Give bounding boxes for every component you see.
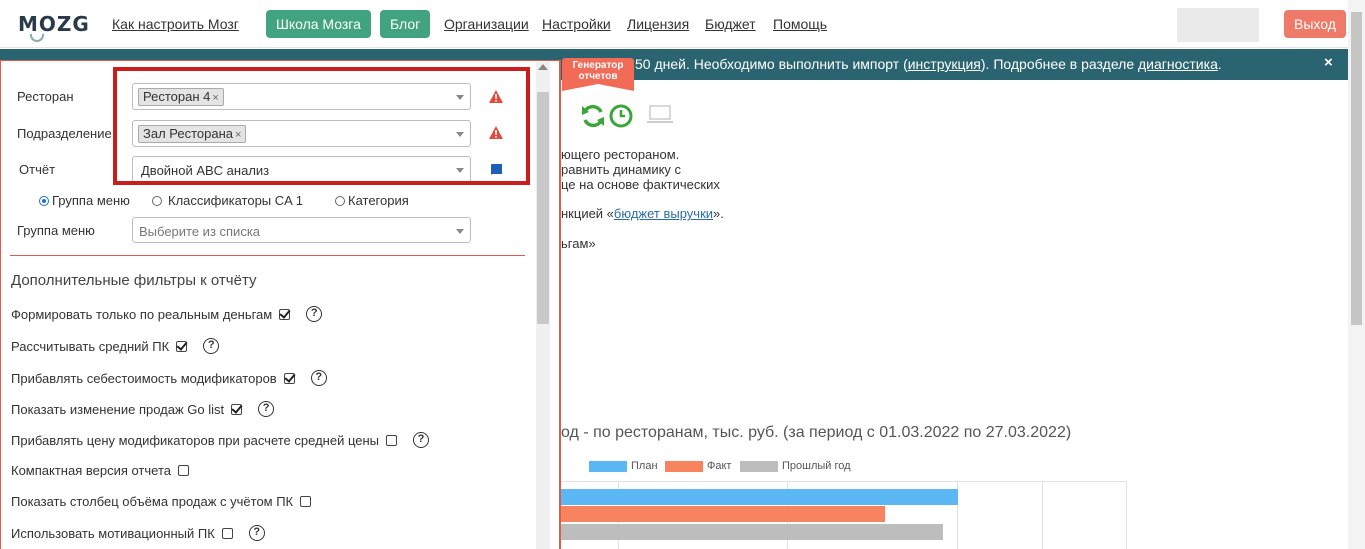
user-box[interactable]: [1177, 8, 1259, 42]
radio-category[interactable]: Категория: [335, 193, 409, 208]
logo[interactable]: MOZG: [18, 12, 90, 36]
filter-option[interactable]: Показать изменение продаж Go list?: [11, 401, 275, 417]
chart-bar: [561, 489, 958, 505]
legend-label: Прошлый год: [782, 460, 851, 472]
nav-how-to-setup[interactable]: Как настроить Мозг: [112, 16, 239, 32]
help-icon[interactable]: ?: [203, 338, 220, 354]
legend-label: Факт: [707, 460, 732, 472]
radio-classifiers[interactable]: Классификаторы CA 1: [152, 193, 303, 208]
chart-title: од - по ресторанам, тыс. руб. (за период…: [561, 424, 1072, 441]
checkbox-icon[interactable]: [221, 527, 233, 539]
highlight-frame: [113, 67, 530, 185]
logout-button[interactable]: Выход: [1284, 10, 1346, 38]
filter-option-label: Прибавлять себестоимость модификаторов: [11, 370, 277, 386]
help-icon[interactable]: ?: [248, 525, 265, 541]
chart-bar: [561, 506, 885, 522]
logo-mark-icon: [30, 34, 44, 42]
nav-settings[interactable]: Настройки: [542, 16, 611, 32]
instruction-link[interactable]: инструкция: [908, 56, 981, 72]
checkbox-icon[interactable]: [178, 465, 189, 476]
clock-icon[interactable]: [608, 103, 634, 129]
filter-option-label: Формировать только по реальным деньгам: [11, 306, 273, 322]
diagnostics-link[interactable]: диагностика: [1138, 56, 1218, 72]
menu-group-placeholder: Выберите из списка: [139, 224, 261, 239]
description-line: нкцией «бюджет выручки».: [561, 206, 724, 221]
help-icon[interactable]: ?: [258, 401, 275, 417]
filter-option-label: Показать столбец объёма продаж с учётом …: [11, 494, 294, 509]
nav-help[interactable]: Помощь: [773, 16, 827, 32]
radio-icon: [335, 196, 345, 206]
checkbox-checked-icon[interactable]: [231, 403, 243, 415]
panel-scrollbar-thumb[interactable]: [537, 92, 549, 324]
refresh-icon[interactable]: [580, 103, 606, 129]
filter-option[interactable]: Компактная версия отчета: [11, 463, 189, 478]
filter-option-label: Компактная версия отчета: [11, 463, 171, 478]
blog-button[interactable]: Блог: [380, 10, 431, 38]
legend-swatch: [665, 461, 703, 472]
radio-icon: [152, 196, 162, 206]
additional-filters-title: Дополнительные фильтры к отчёту: [11, 272, 257, 289]
checkbox-checked-icon[interactable]: [176, 340, 188, 352]
filter-option-label: Показать изменение продаж Go list: [11, 401, 225, 417]
radio-menu-group[interactable]: Группа меню: [39, 193, 130, 208]
filter-option-label: Прибавлять цену модификаторов при расчет…: [11, 432, 379, 448]
filter-option-label: Рассчитывать средний ПК: [11, 338, 170, 354]
filter-option[interactable]: Использовать мотивационный ПК?: [11, 525, 265, 541]
help-icon[interactable]: ?: [413, 432, 429, 448]
description-line: равнить динамику с: [561, 162, 682, 177]
filter-option-label: Использовать мотивационный ПК: [11, 525, 215, 541]
filter-option[interactable]: Рассчитывать средний ПК?: [11, 338, 220, 354]
chart-gridline: [1042, 481, 1043, 549]
description-line: ющего рестораном.: [561, 147, 680, 162]
restaurant-label: Ресторан: [17, 89, 74, 104]
budget-revenue-link[interactable]: бюджет выручки: [614, 206, 713, 221]
radio-selected-icon: [39, 196, 49, 206]
help-icon[interactable]: ?: [310, 370, 327, 386]
checkbox-checked-icon[interactable]: [279, 308, 291, 320]
chart-bar: [561, 524, 943, 540]
division-label: Подразделение: [17, 126, 112, 141]
menu-group-select[interactable]: Выберите из списка: [132, 217, 471, 243]
description-line: це на основе фактических: [561, 177, 720, 192]
chart-gridline: [1126, 481, 1127, 549]
nav-budget[interactable]: Бюджет: [705, 16, 756, 32]
chevron-down-icon: [456, 229, 464, 234]
checkbox-checked-icon[interactable]: [283, 372, 295, 384]
checkbox-icon[interactable]: [300, 496, 312, 507]
scroll-up-icon[interactable]: [538, 64, 548, 70]
report-generator-ribbon: Генератор отчетов: [562, 58, 634, 84]
school-button[interactable]: Школа Мозга: [266, 10, 371, 38]
ribbon-tail: [562, 84, 634, 91]
banner-text: 50 дней. Необходимо выполнить импорт (ин…: [635, 56, 1222, 72]
page-scrollbar-thumb[interactable]: [1351, 12, 1362, 325]
filter-option[interactable]: Формировать только по реальным деньгам?: [11, 306, 323, 322]
section-divider: [10, 255, 525, 256]
banner-close-icon[interactable]: ×: [1324, 54, 1333, 71]
help-icon[interactable]: ?: [306, 306, 323, 322]
description-line: ьгам»: [561, 236, 596, 251]
report-label: Отчёт: [19, 162, 56, 177]
filter-option[interactable]: Прибавлять цену модификаторов при расчет…: [11, 432, 429, 448]
laptop-icon[interactable]: [645, 103, 675, 127]
legend-label: План: [631, 460, 658, 472]
nav-organizations[interactable]: Организации: [444, 16, 529, 32]
menu-group-label: Группа меню: [17, 223, 95, 238]
filter-option[interactable]: Показать столбец объёма продаж с учётом …: [11, 494, 312, 509]
legend-swatch: [740, 461, 778, 472]
top-navbar: MOZG Как настроить Мозг Школа Мозга Блог…: [0, 0, 1365, 48]
legend-swatch: [589, 461, 627, 472]
checkbox-icon[interactable]: [386, 434, 397, 446]
nav-license[interactable]: Лицензия: [627, 16, 689, 32]
filter-option[interactable]: Прибавлять себестоимость модификаторов?: [11, 370, 327, 386]
